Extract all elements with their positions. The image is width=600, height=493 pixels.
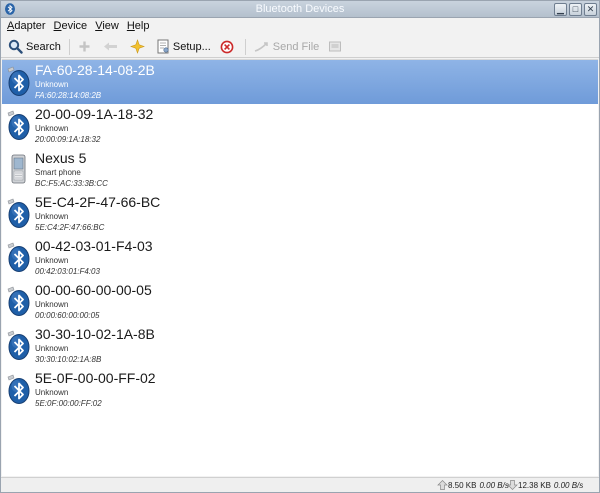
browse-device-icon [329, 41, 342, 52]
device-name: 20-00-09-1A-18-32 [35, 106, 154, 122]
device-row[interactable]: 00-42-03-01-F4-03 Unknown 00:42:03:01:F4:0… [2, 236, 598, 280]
device-name: 00-00-60-00-00-05 [35, 282, 152, 298]
download-rate: 0.00 B/s [553, 480, 584, 490]
setup-button-label: Setup... [172, 40, 211, 53]
bluetooth-icon [5, 329, 31, 361]
setup-button[interactable]: Setup... [154, 37, 214, 57]
remove-device-button[interactable] [100, 37, 124, 57]
window-title: Bluetooth Devices [255, 3, 345, 15]
download-status: 12.38 KB 0.00 B/s [507, 480, 586, 490]
minimize-button[interactable]: ▁ [554, 3, 567, 16]
search-icon [8, 39, 23, 54]
bluetooth-icon [5, 241, 31, 273]
toolbar-separator [244, 38, 246, 55]
device-row[interactable]: 5E-0F-00-00-FF-02 Unknown 5E:0F:00:00:FF:0… [2, 368, 598, 412]
bluetooth-icon [5, 109, 31, 141]
download-total: 12.38 KB [518, 480, 551, 490]
bluetooth-icon [5, 65, 31, 97]
device-address: 00:42:03:01:F4:03 [35, 267, 100, 276]
close-window-button[interactable]: ✕ [584, 3, 597, 16]
device-type: Unknown [35, 300, 69, 309]
send-file-button[interactable]: Send File [251, 37, 322, 57]
bluetooth-icon [5, 285, 31, 317]
device-address: 20:00:09:1A:18:32 [35, 135, 101, 144]
bluetooth-icon [5, 373, 31, 405]
maximize-button[interactable]: □ [569, 3, 582, 16]
device-row[interactable]: FA-60-28-14-08-2B Unknown FA:60:28:14:08:2… [2, 60, 598, 104]
menu-bar: Adapter Device View Help [1, 18, 599, 36]
device-address: 00:00:60:00:00:05 [35, 311, 100, 320]
device-type: Unknown [35, 212, 69, 221]
add-device-button[interactable] [75, 37, 97, 57]
device-address: 5E:C4:2F:47:66:BC [35, 223, 105, 232]
trust-button[interactable] [127, 37, 151, 57]
status-bar: 8.50 KB 0.00 B/s 12.38 KB 0.00 B/s [1, 477, 599, 492]
device-list[interactable]: FA-60-28-14-08-2B Unknown FA:60:28:14:08:2… [2, 59, 598, 476]
cancel-circle-icon [220, 40, 234, 53]
browse-button[interactable] [325, 37, 348, 57]
device-type: Unknown [35, 124, 69, 133]
device-address: 5E:0F:00:00:FF:02 [35, 399, 102, 408]
star-icon [129, 39, 145, 54]
bluetooth-icon [5, 197, 31, 229]
menu-device[interactable]: Device [50, 18, 92, 36]
send-file-button-label: Send File [272, 40, 320, 53]
device-name: Nexus 5 [35, 150, 87, 166]
remove-arrow-icon [103, 42, 117, 51]
download-arrow-icon [507, 480, 518, 490]
device-address: BC:F5:AC:33:3B:CC [35, 179, 108, 188]
search-button-label: Search [26, 40, 61, 53]
device-name: 30-30-10-02-1A-8B [35, 326, 155, 342]
device-address: 30:30:10:02:1A:8B [35, 355, 102, 364]
device-type: Unknown [35, 80, 69, 89]
upload-arrow-icon [437, 480, 448, 490]
device-type: Unknown [35, 256, 69, 265]
device-row[interactable]: 30-30-10-02-1A-8B Unknown 30:30:10:02:1A:8… [2, 324, 598, 368]
upload-status: 8.50 KB 0.00 B/s [437, 480, 512, 490]
device-address: FA:60:28:14:08:2B [35, 91, 102, 100]
menu-help[interactable]: Help [123, 18, 154, 36]
phone-icon [5, 153, 31, 185]
upload-rate: 0.00 B/s [479, 480, 509, 490]
device-row[interactable]: 5E-C4-2F-47-66-BC Unknown 5E:C4:2F:47:66:B… [2, 192, 598, 236]
send-file-icon [254, 41, 268, 52]
device-name: 5E-C4-2F-47-66-BC [35, 194, 161, 210]
device-row[interactable]: 20-00-09-1A-18-32 Unknown 20:00:09:1A:18:3… [2, 104, 598, 148]
menu-view[interactable]: View [91, 18, 123, 36]
device-type: Smart phone [35, 168, 81, 177]
device-name: 5E-0F-00-00-FF-02 [35, 370, 156, 386]
device-type: Unknown [35, 388, 69, 397]
title-bar[interactable]: Bluetooth Devices ▁ □ ✕ [1, 1, 599, 18]
plus-icon [79, 41, 90, 52]
block-button[interactable] [217, 37, 240, 57]
menu-adapter[interactable]: Adapter [3, 18, 50, 36]
toolbar-separator [68, 38, 70, 55]
device-name: FA-60-28-14-08-2B [35, 62, 155, 78]
document-setup-icon [157, 39, 169, 54]
upload-total: 8.50 KB [448, 480, 477, 490]
device-row[interactable]: 00-00-60-00-00-05 Unknown 00:00:60:00:00:0… [2, 280, 598, 324]
device-row[interactable]: Nexus 5 Smart phone BC:F5:AC:33:3B:CC [2, 148, 598, 192]
bluetooth-devices-window: Bluetooth Devices ▁ □ ✕ Adapter Device V… [0, 0, 600, 493]
device-name: 00-42-03-01-F4-03 [35, 238, 153, 254]
search-button[interactable]: Search [5, 37, 64, 57]
toolbar: Search Setup... Send File [1, 36, 599, 58]
device-type: Unknown [35, 344, 69, 353]
